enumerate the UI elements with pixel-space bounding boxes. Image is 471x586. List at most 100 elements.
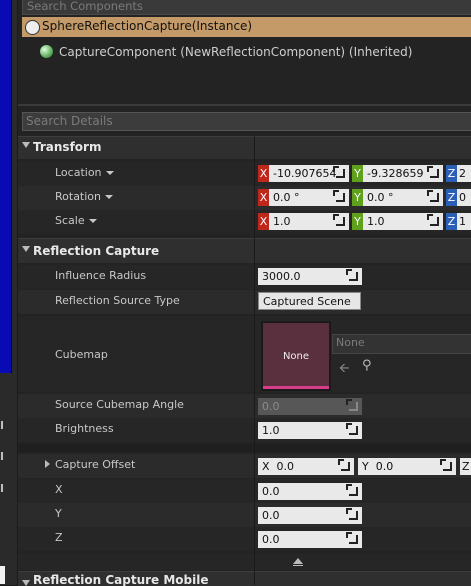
axis-y-label: Y <box>362 460 369 473</box>
cubemap-thumb-text: None <box>282 351 310 362</box>
rotation-y-value: 0.0 ° <box>367 191 394 204</box>
category-title: Reflection Capture Mobile <box>33 573 209 586</box>
influence-radius-value: 3000.0 <box>262 270 301 283</box>
capture-offset-label: Capture Offset <box>55 458 136 471</box>
rotation-z-field[interactable]: 0 <box>457 189 471 206</box>
offset-x-field[interactable]: 0.0 <box>258 483 362 500</box>
location-y-field[interactable]: -9.328659 <box>363 165 443 182</box>
scale-y-field[interactable]: 1.0 <box>363 213 443 230</box>
cubemap-asset-combo[interactable]: None <box>332 334 471 354</box>
category-title: Transform <box>33 140 102 154</box>
component-search-input[interactable]: Search Components <box>22 0 471 15</box>
component-list-divider <box>18 104 471 106</box>
category-title: Reflection Capture <box>33 244 160 258</box>
capture-offset-x-field[interactable]: X 0.0 <box>258 458 354 475</box>
offset-x-row: X <box>18 479 471 503</box>
arrow-left-icon[interactable]: 🡨 <box>339 359 350 381</box>
component-row[interactable]: CaptureComponent (NewReflectionComponent… <box>59 45 412 59</box>
rotation-label-dropdown[interactable]: Rotation <box>55 190 114 203</box>
expand-arrow-icon <box>22 246 30 252</box>
location-x-value: -10.907654 <box>273 167 337 180</box>
offset-z-field[interactable]: 0.0 <box>258 531 362 548</box>
cubemap-label: Cubemap <box>55 348 108 361</box>
chevron-down-icon <box>105 171 114 175</box>
actor-row[interactable]: SphereReflectionCapture(Instance) <box>22 17 471 37</box>
brightness-value: 1.0 <box>262 424 280 437</box>
capture-offset-y-field[interactable]: Y 0.0 <box>358 458 456 475</box>
sphere-actor-icon <box>25 20 40 35</box>
influence-radius-row: Influence Radius <box>18 265 471 289</box>
category-reflection-capture-mobile[interactable]: Reflection Capture Mobile <box>18 571 471 586</box>
capture-offset-z-field[interactable]: Z <box>460 458 471 475</box>
location-x-field[interactable]: -10.907654 <box>269 165 349 182</box>
scale-x-value: 1.0 <box>273 215 291 228</box>
axis-z-label: Z <box>446 165 457 182</box>
cubemap-row: Cubemap <box>18 316 471 392</box>
axis-y-label: Y <box>352 165 363 182</box>
offset-y-field[interactable]: 0.0 <box>258 507 362 524</box>
source-angle-label: Source Cubemap Angle <box>55 398 184 411</box>
brightness-field[interactable]: 1.0 <box>258 422 362 439</box>
expand-arrow-icon <box>22 142 30 148</box>
axis-y-label: Y <box>352 213 363 230</box>
axis-z-label: Z <box>446 213 457 230</box>
edge-white-box <box>0 566 5 584</box>
source-type-row: Reflection Source Type <box>18 290 471 314</box>
category-transform[interactable]: Transform <box>18 136 471 159</box>
source-type-combo[interactable]: Captured Scene <box>258 292 361 322</box>
scale-y-value: 1.0 <box>367 215 385 228</box>
collapse-line <box>293 565 303 566</box>
brightness-label: Brightness <box>55 422 114 435</box>
scale-label: Scale <box>55 214 85 227</box>
location-label-dropdown[interactable]: Location <box>55 166 114 179</box>
details-search-placeholder: Search Details <box>26 114 113 128</box>
scale-x-field[interactable]: 1.0 <box>269 213 349 230</box>
offset-z-value: 0.0 <box>262 533 280 546</box>
cubemap-thumbnail[interactable]: None <box>261 321 331 391</box>
source-angle-field: 0.0 <box>258 398 362 415</box>
rotation-x-field[interactable]: 0.0 ° <box>269 189 349 206</box>
offset-z-label: Z <box>55 531 63 544</box>
capture-offset-y-value: 0.0 <box>375 460 394 473</box>
expand-arrow-icon <box>22 580 30 586</box>
axis-x-label: X <box>258 165 269 182</box>
offset-y-value: 0.0 <box>262 509 280 522</box>
edge-tick <box>1 421 3 429</box>
rotation-label: Rotation <box>55 190 102 203</box>
component-search-placeholder: Search Components <box>27 0 143 13</box>
offset-y-label: Y <box>55 507 62 520</box>
rotation-y-field[interactable]: 0.0 ° <box>363 189 443 206</box>
source-type-value: Captured Scene <box>263 295 351 308</box>
magnifier-icon[interactable]: ⚲ <box>362 358 372 373</box>
details-search-input[interactable]: Search Details <box>22 112 471 131</box>
rotation-x-value: 0.0 ° <box>273 191 300 204</box>
influence-radius-label: Influence Radius <box>55 269 147 282</box>
collapse-up-icon <box>293 558 303 564</box>
column-splitter[interactable] <box>254 135 255 585</box>
axis-z-label: Z <box>446 189 457 206</box>
source-angle-row: Source Cubemap Angle <box>18 394 471 418</box>
influence-radius-field[interactable]: 3000.0 <box>258 268 362 285</box>
offset-z-row: Z <box>18 527 471 551</box>
axis-x-label: X <box>258 213 269 230</box>
axis-y-label: Y <box>352 189 363 206</box>
location-y-value: -9.328659 <box>367 167 424 180</box>
cubemap-asset-value: None <box>336 336 365 349</box>
chevron-down-icon <box>88 219 97 223</box>
axis-x-label: X <box>258 189 269 206</box>
scale-z-field[interactable]: 1 <box>457 213 471 230</box>
actor-name: SphereReflectionCapture(Instance) <box>42 19 253 33</box>
edge-tick <box>1 452 3 460</box>
advanced-collapse-button[interactable] <box>18 554 471 570</box>
source-angle-value: 0.0 <box>262 400 280 413</box>
location-label: Location <box>55 166 102 179</box>
offset-y-row: Y <box>18 503 471 527</box>
location-z-field[interactable]: 2 <box>457 165 471 182</box>
axis-z-label: Z <box>462 460 470 473</box>
scale-label-dropdown[interactable]: Scale <box>55 214 97 227</box>
category-reflection-capture[interactable]: Reflection Capture <box>18 238 471 263</box>
brightness-row: Brightness <box>18 418 471 442</box>
offset-x-label: X <box>55 483 63 496</box>
expand-arrow-icon <box>45 460 50 468</box>
reflection-component-icon <box>40 45 53 58</box>
